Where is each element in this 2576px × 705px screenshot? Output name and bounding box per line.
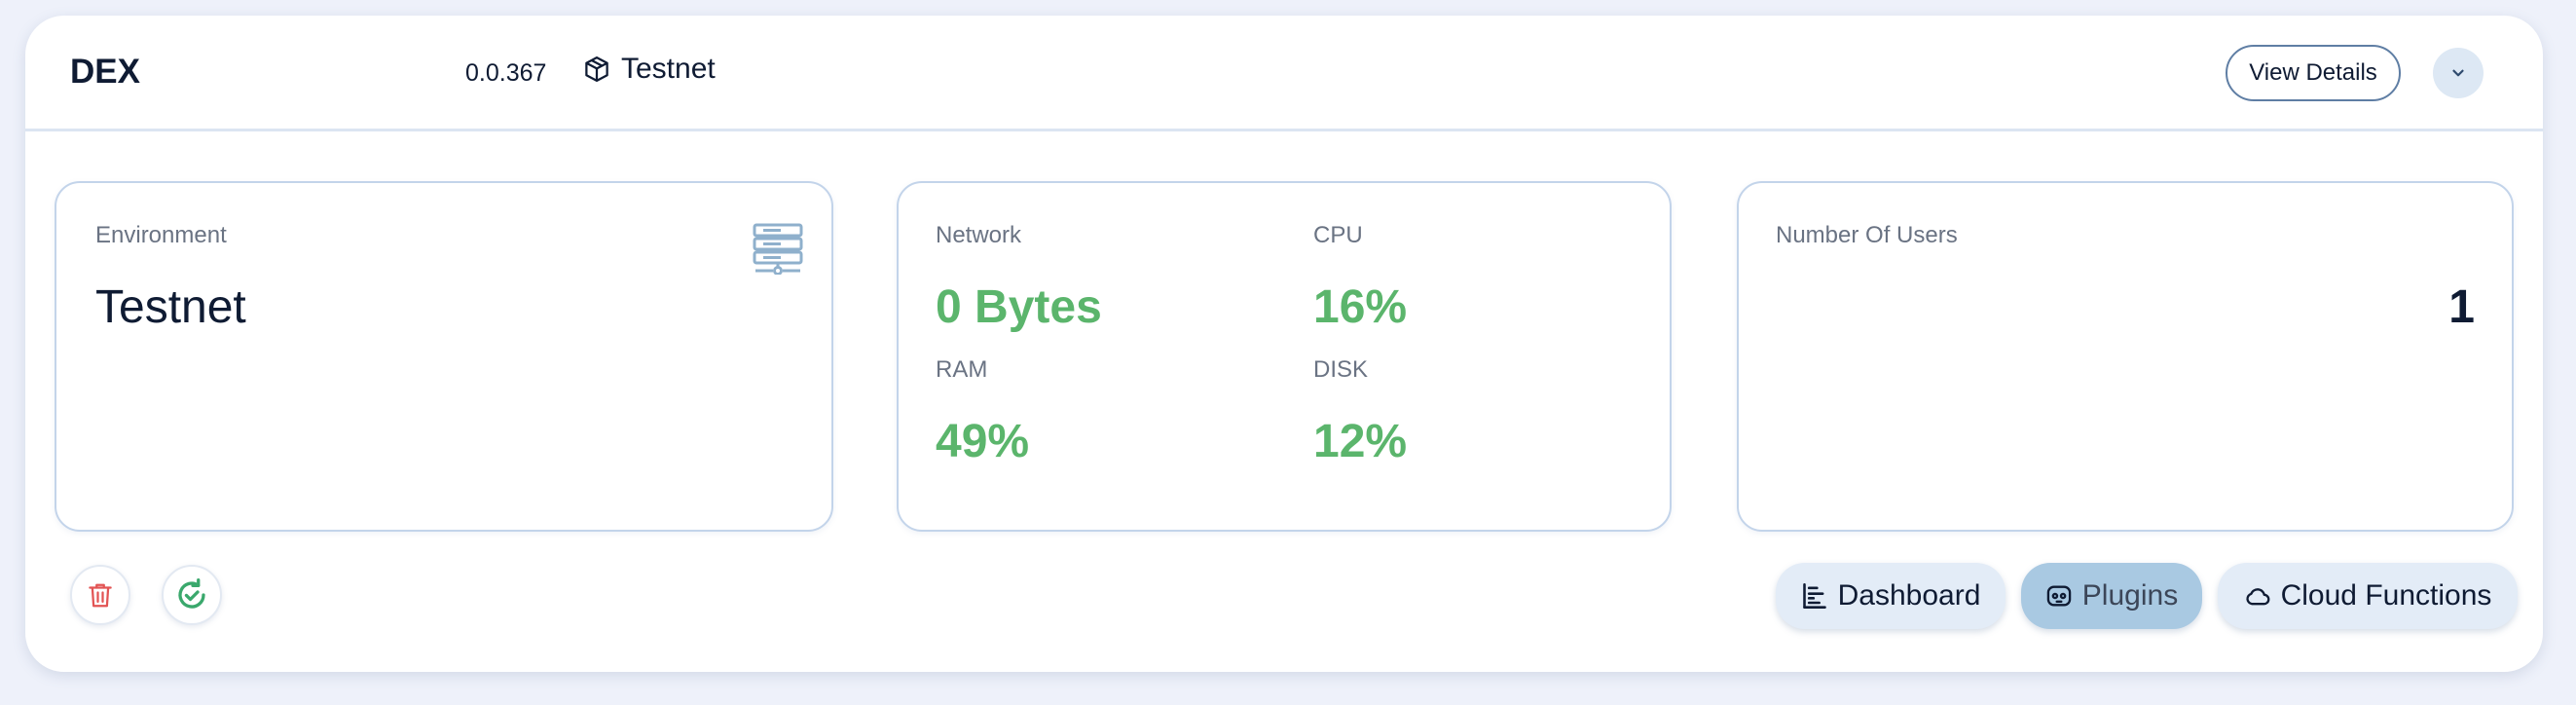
environment-label: Environment — [95, 222, 227, 248]
cpu-label: CPU — [1313, 222, 1363, 248]
plugins-label: Plugins — [2081, 579, 2179, 612]
view-details-button[interactable]: View Details — [2226, 45, 2401, 101]
environment-value: Testnet — [95, 281, 246, 333]
disk-value: 12% — [1313, 416, 1408, 467]
cloud-icon — [2245, 588, 2269, 606]
dashboard-button[interactable]: Dashboard — [1776, 563, 2006, 629]
cloud-functions-button[interactable]: Cloud Functions — [2218, 563, 2518, 629]
dashboard-icon — [1802, 583, 1826, 609]
cloud-functions-label: Cloud Functions — [2280, 579, 2492, 612]
app-card: DEX 0.0.367 Testnet View Details Environ… — [25, 16, 2543, 672]
plugins-button[interactable]: Plugins — [2021, 563, 2202, 629]
disk-label: DISK — [1313, 356, 1369, 383]
users-count: 1 — [2448, 281, 2475, 333]
cpu-value: 16% — [1313, 281, 1408, 333]
users-panel: Number Of Users 1 — [1737, 181, 2514, 532]
environment-panel: Environment Testnet — [55, 181, 833, 532]
restart-button[interactable] — [162, 565, 222, 625]
users-label: Number Of Users — [1776, 222, 1958, 248]
dashboard-label: Dashboard — [1837, 579, 1981, 612]
ram-value: 49% — [936, 416, 1030, 467]
server-icon — [753, 223, 803, 275]
environment-tag-label: Testnet — [621, 53, 716, 85]
ram-label: RAM — [936, 356, 988, 383]
delete-button[interactable] — [70, 565, 130, 625]
package-icon — [585, 56, 608, 82]
environment-tag: Testnet — [582, 53, 716, 86]
restart-icon — [178, 578, 205, 609]
plugins-icon — [2046, 585, 2072, 607]
chevron-down-icon — [2452, 69, 2464, 77]
network-value: 0 Bytes — [936, 281, 1102, 333]
network-label: Network — [936, 222, 1022, 248]
trash-icon — [89, 583, 112, 608]
resources-panel: Network 0 Bytes CPU 16% RAM 49% DISK 12% — [897, 181, 1672, 532]
expand-toggle-button[interactable] — [2433, 48, 2484, 98]
app-name: DEX — [70, 53, 140, 91]
version-label: 0.0.367 — [465, 59, 547, 87]
card-header: DEX 0.0.367 Testnet View Details — [25, 16, 2543, 131]
